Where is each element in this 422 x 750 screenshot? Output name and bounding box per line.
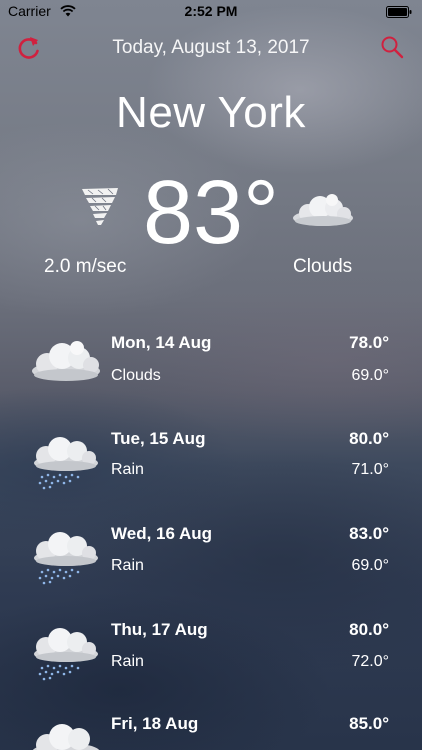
forecast-high: 80.0° (349, 620, 389, 639)
forecast-day: Mon, 14 Aug (111, 333, 212, 352)
forecast-high: 85.0° (349, 714, 389, 733)
forecast-day: Thu, 17 Aug (111, 620, 208, 639)
weather-screen: Carrier 2:52 PM Today, August 13, 2017 N… (0, 0, 422, 750)
search-button[interactable] (380, 35, 404, 59)
forecast-low: 69.0° (351, 557, 389, 574)
rain-icon (28, 433, 104, 493)
forecast-high: 78.0° (349, 333, 389, 352)
forecast-high: 83.0° (349, 524, 389, 543)
forecast-condition: Rain (111, 653, 144, 670)
cloud-icon (28, 337, 104, 397)
cloud-icon (28, 718, 104, 750)
wind-speed: 2.0 m/sec (44, 256, 127, 277)
forecast-low: 72.0° (351, 653, 389, 670)
forecast-low: 71.0° (351, 461, 389, 478)
forecast-condition: Clouds (111, 367, 161, 384)
forecast-row: Mon, 14 Aug 78.0° Clouds 69.0° (0, 333, 422, 429)
forecast-high: 80.0° (349, 429, 389, 448)
forecast-row: Thu, 17 Aug 80.0° Rain 72.0° (0, 620, 422, 716)
forecast-condition: Rain (111, 461, 144, 478)
forecast-row: Fri, 18 Aug 85.0° (0, 714, 422, 750)
search-icon (381, 36, 404, 59)
rain-icon (28, 528, 104, 588)
cloud-icon (290, 192, 356, 228)
forecast-condition: Rain (111, 557, 144, 574)
current-temperature: 83° (142, 163, 280, 263)
status-time: 2:52 PM (184, 3, 238, 19)
forecast-row: Wed, 16 Aug 83.0° Rain 69.0° (0, 524, 422, 620)
forecast-day: Wed, 16 Aug (111, 524, 213, 543)
city-name: New York (116, 88, 306, 137)
rain-icon (28, 624, 104, 684)
forecast-low: 69.0° (351, 367, 389, 384)
forecast-day: Tue, 15 Aug (111, 429, 206, 448)
status-bar: Carrier 2:52 PM (0, 0, 422, 22)
forecast-row: Tue, 15 Aug 80.0° Rain 71.0° (0, 429, 422, 525)
date-label: Today, August 13, 2017 (112, 37, 310, 58)
battery-icon (386, 5, 412, 21)
current-condition: Clouds (293, 256, 353, 277)
forecast-day: Fri, 18 Aug (111, 714, 199, 733)
